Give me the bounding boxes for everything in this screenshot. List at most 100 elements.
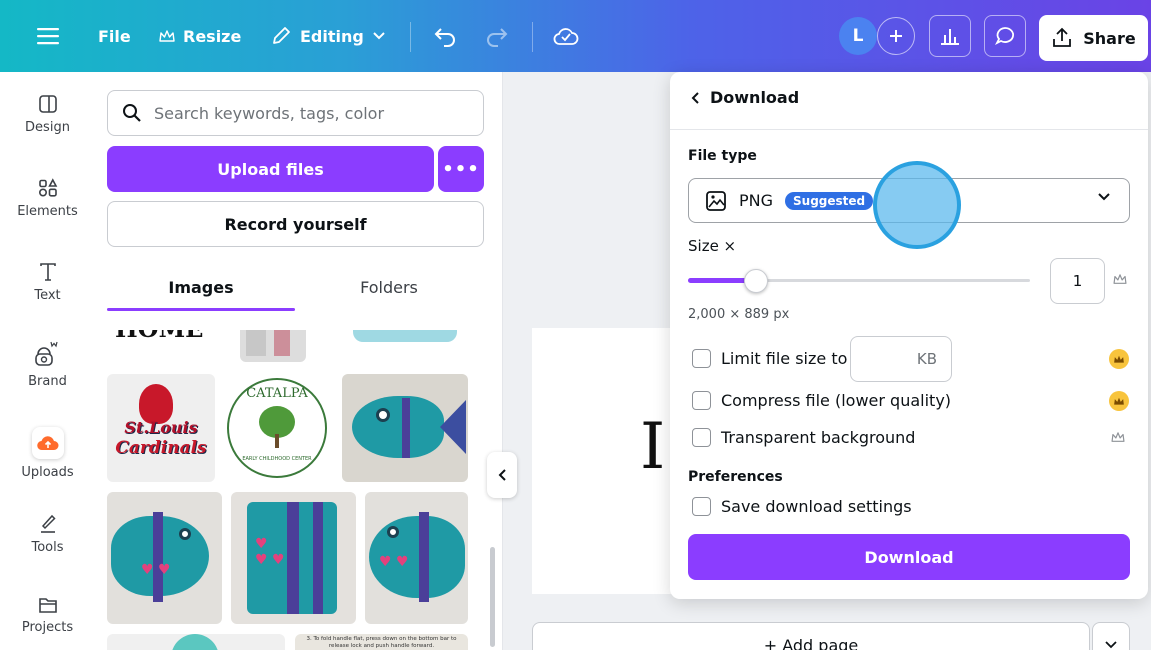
save-settings-checkbox[interactable] (692, 497, 711, 516)
compress-file-checkbox[interactable] (692, 391, 711, 410)
tab-folders[interactable]: Folders (295, 278, 483, 297)
nav-label: Brand (28, 374, 67, 389)
add-page-button[interactable]: + Add page (532, 622, 1090, 650)
hamburger-menu-icon[interactable] (37, 0, 59, 72)
record-yourself-button[interactable]: Record yourself (107, 201, 484, 247)
text-icon (39, 263, 56, 281)
cloud-saved-icon[interactable] (553, 0, 579, 72)
insights-button[interactable] (929, 15, 971, 57)
option-label: Compress file (lower quality) (721, 391, 952, 410)
avatar[interactable]: L (839, 17, 877, 55)
pixel-dimensions: 2,000 × 889 px (688, 307, 790, 322)
file-size-kb-input[interactable]: KB (850, 336, 952, 382)
nav-label: Text (34, 288, 61, 303)
pro-crown-icon (1109, 391, 1129, 411)
transparent-background-option[interactable]: Transparent background (692, 428, 915, 447)
image-thumbnail[interactable]: HOME (107, 330, 222, 344)
chevron-left-icon[interactable] (690, 91, 700, 105)
thumbnail-text: EARLY CHILDHOOD CENTER (242, 456, 312, 462)
nav-label: Projects (21, 620, 74, 635)
nav-projects[interactable]: Projects (0, 596, 95, 635)
nav-design[interactable]: Design (0, 94, 95, 135)
bar-chart-icon (941, 29, 959, 45)
download-button[interactable]: Download (688, 534, 1130, 580)
pro-crown-icon (1109, 349, 1129, 369)
share-upload-icon (1053, 27, 1072, 47)
pencil-icon (273, 27, 290, 44)
download-header[interactable]: Download (690, 88, 799, 107)
tab-images[interactable]: Images (107, 278, 295, 297)
thumbnail-text: HOME (115, 330, 203, 343)
preferences-label: Preferences (688, 469, 783, 485)
chevron-down-icon (1105, 641, 1117, 649)
file-type-value: PNG (739, 191, 774, 210)
panel-scrollbar[interactable] (490, 547, 495, 647)
chevron-down-icon (373, 32, 385, 40)
download-title: Download (710, 88, 800, 107)
touch-indicator (873, 161, 961, 249)
nav-brand[interactable]: Brand (0, 340, 95, 389)
image-thumbnail[interactable]: St.Louis Cardinals (107, 374, 215, 482)
compress-file-option[interactable]: Compress file (lower quality) (692, 391, 951, 410)
elements-icon (38, 178, 57, 197)
nav-label: Tools (31, 540, 64, 555)
crown-icon (159, 29, 175, 42)
thumbnail-text: 3. To fold handle flat, press down on th… (306, 636, 457, 649)
crown-icon (1113, 274, 1127, 284)
design-icon (38, 95, 57, 113)
image-thumbnail[interactable]: ♥ ♥ (107, 492, 222, 624)
search-box[interactable] (107, 90, 484, 136)
upload-files-button[interactable]: Upload files (107, 146, 434, 192)
undo-icon[interactable] (433, 0, 457, 72)
option-label: Limit file size to (721, 349, 848, 368)
save-download-settings-option[interactable]: Save download settings (692, 497, 912, 516)
text-cursor-glyph: I (640, 410, 666, 484)
image-thumbnail[interactable]: CATALPA EARLY CHILDHOOD CENTER (223, 374, 331, 482)
add-collaborator-button[interactable] (877, 17, 915, 55)
file-menu[interactable]: File (98, 0, 131, 72)
chevron-down-icon (1098, 193, 1110, 201)
top-toolbar: File Resize Editing L Share (0, 0, 1151, 72)
download-popover: Download File type PNG Suggested Size × … (670, 72, 1148, 599)
limit-file-size-option[interactable]: Limit file size to (692, 349, 847, 368)
size-slider-handle[interactable] (744, 269, 769, 293)
share-button[interactable]: Share (1039, 15, 1148, 61)
nav-tools[interactable]: Tools (0, 512, 95, 555)
collapse-panel-button[interactable] (487, 452, 517, 498)
image-thumbnail[interactable] (240, 330, 306, 362)
redo-icon[interactable] (485, 0, 509, 72)
editing-mode-dropdown[interactable]: Editing (270, 0, 386, 72)
size-input[interactable]: 1 (1050, 258, 1105, 304)
image-thumbnail[interactable]: 3. To fold handle flat, press down on th… (295, 634, 468, 650)
tools-icon (40, 514, 56, 533)
folder-icon (38, 598, 57, 613)
image-thumbnail[interactable] (107, 634, 285, 650)
resize-button[interactable]: Resize (159, 0, 241, 72)
thumbnail-text: St.Louis (124, 418, 198, 437)
active-tab-indicator (107, 308, 295, 311)
more-options-button[interactable]: ••• (438, 146, 484, 192)
option-label: Save download settings (721, 497, 912, 516)
comments-button[interactable] (984, 15, 1026, 57)
image-thumbnail[interactable] (343, 330, 467, 348)
search-input[interactable] (154, 103, 454, 123)
uploads-icon (31, 427, 64, 459)
add-page-options-button[interactable] (1092, 622, 1130, 650)
transparent-background-checkbox[interactable] (692, 428, 711, 447)
crown-icon (1111, 432, 1125, 442)
left-nav-rail: Design Elements Text Brand Uploads Tools… (0, 72, 95, 650)
image-thumbnail[interactable]: ♥ ♥ (365, 492, 468, 624)
nav-elements[interactable]: Elements (0, 178, 95, 219)
nav-text[interactable]: Text (0, 262, 95, 303)
nav-uploads[interactable]: Uploads (0, 427, 95, 480)
image-thumbnail[interactable] (342, 374, 468, 482)
option-label: Transparent background (721, 428, 916, 447)
nav-label: Uploads (21, 465, 74, 480)
image-thumbnail[interactable]: ♥ ♥ ♥ (231, 492, 356, 624)
brand-icon (34, 341, 58, 366)
search-icon (123, 104, 141, 122)
thumbnail-text: CATALPA (246, 386, 308, 401)
limit-file-size-checkbox[interactable] (692, 349, 711, 368)
image-icon (706, 190, 726, 211)
nav-label: Elements (17, 204, 78, 219)
